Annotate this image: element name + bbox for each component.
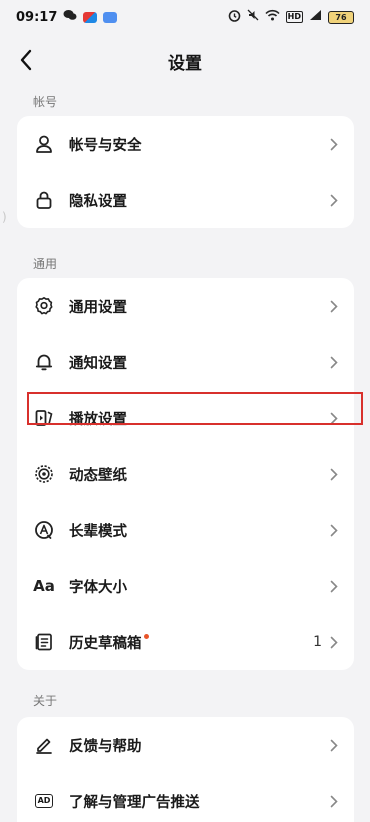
elder-mode-icon	[33, 519, 55, 541]
signal-icon	[309, 9, 322, 25]
row-right	[330, 194, 338, 207]
ad-icon: AD	[33, 790, 55, 812]
row-account-security[interactable]: 帐号与安全	[17, 116, 354, 172]
battery-icon: 76	[328, 10, 354, 24]
row-label: 反馈与帮助	[69, 738, 142, 755]
chevron-right-icon	[330, 580, 338, 592]
row-label: 动态壁纸	[69, 467, 127, 484]
new-dot-badge	[143, 633, 149, 639]
alarm-icon	[228, 9, 241, 26]
wechat-icon	[63, 9, 77, 25]
row-elder-mode[interactable]: 长辈模式	[17, 502, 354, 558]
status-right: HD 76	[228, 9, 354, 26]
row-drafts[interactable]: 历史草稿箱 1	[17, 614, 354, 670]
play-settings-icon	[33, 407, 55, 429]
row-label: 了解与管理广告推送	[69, 794, 200, 811]
row-playback-settings[interactable]: 播放设置	[17, 390, 363, 446]
header: 设置	[0, 38, 370, 84]
chevron-right-icon	[330, 356, 338, 368]
bell-icon	[33, 351, 55, 373]
row-right: 1	[313, 634, 338, 650]
row-label: 帐号与安全	[69, 137, 142, 154]
row-right	[330, 138, 338, 151]
chevron-right-icon	[330, 194, 338, 206]
row-notification-settings[interactable]: 通知设置	[17, 334, 354, 390]
row-right	[330, 580, 338, 593]
wifi-icon	[265, 9, 280, 25]
wallpaper-icon	[33, 463, 55, 485]
card-about: 反馈与帮助 AD 了解与管理广告推送	[17, 717, 354, 822]
row-right	[330, 468, 338, 481]
chevron-right-icon	[330, 739, 338, 751]
row-right	[330, 300, 338, 313]
row-right	[330, 356, 338, 369]
row-label: 长辈模式	[69, 523, 127, 540]
chevron-right-icon	[330, 524, 338, 536]
row-feedback-help[interactable]: 反馈与帮助	[17, 717, 354, 773]
app-notification-icon	[83, 11, 98, 23]
hd-badge: HD	[285, 11, 303, 23]
row-privacy-settings[interactable]: 隐私设置	[17, 172, 354, 228]
chevron-right-icon	[330, 636, 338, 648]
row-ad-management[interactable]: AD 了解与管理广告推送	[17, 773, 354, 822]
row-label: 通用设置	[69, 299, 127, 316]
pen-icon	[33, 734, 55, 756]
chevron-right-icon	[330, 138, 338, 150]
status-bar: 09:17 HD 76	[0, 0, 370, 34]
drafts-count: 1	[313, 634, 322, 650]
app-store-icon	[103, 11, 118, 23]
font-size-icon: Aa	[33, 577, 55, 595]
row-dynamic-wallpaper[interactable]: 动态壁纸	[17, 446, 354, 502]
person-icon	[33, 133, 55, 155]
silent-icon	[247, 9, 259, 25]
drafts-icon	[33, 631, 55, 653]
ad-icon-text: AD	[34, 794, 54, 808]
chevron-right-icon	[330, 300, 338, 312]
row-general-settings[interactable]: 通用设置	[17, 278, 354, 334]
section-title-account: 帐号	[33, 95, 58, 109]
section-title-about: 关于	[33, 694, 58, 708]
chevron-right-icon	[330, 468, 338, 480]
row-label: 历史草稿箱	[69, 635, 142, 652]
card-general: 通用设置 通知设置 播放设置 动态壁纸 长辈模式 Aa 字体大小 历史草稿箱 1	[17, 278, 363, 670]
page-title: 设置	[168, 53, 202, 74]
row-label: 隐私设置	[69, 193, 127, 210]
back-button[interactable]	[10, 44, 42, 76]
lock-icon	[33, 189, 55, 211]
chevron-right-icon	[330, 412, 338, 424]
chevron-left-icon	[20, 49, 32, 71]
status-time: 09:17	[16, 9, 58, 25]
settings-page: 09:17 HD 76 设置) 帐号 帐号与安全 隐私设置 通用 通用设置 通…	[0, 0, 370, 822]
row-label: 通知设置	[69, 355, 127, 372]
row-right	[330, 412, 338, 425]
row-label: 字体大小	[69, 579, 127, 596]
row-right	[330, 795, 338, 808]
row-right	[330, 739, 338, 752]
chevron-right-icon	[330, 795, 338, 807]
status-left: 09:17	[16, 9, 118, 25]
section-title-general: 通用	[33, 257, 58, 271]
edge-mark: )	[2, 210, 7, 224]
row-font-size[interactable]: Aa 字体大小	[17, 558, 354, 614]
gear-icon	[33, 295, 55, 317]
row-label: 播放设置	[69, 411, 127, 428]
row-right	[330, 524, 338, 537]
card-account: 帐号与安全 隐私设置	[17, 116, 354, 228]
